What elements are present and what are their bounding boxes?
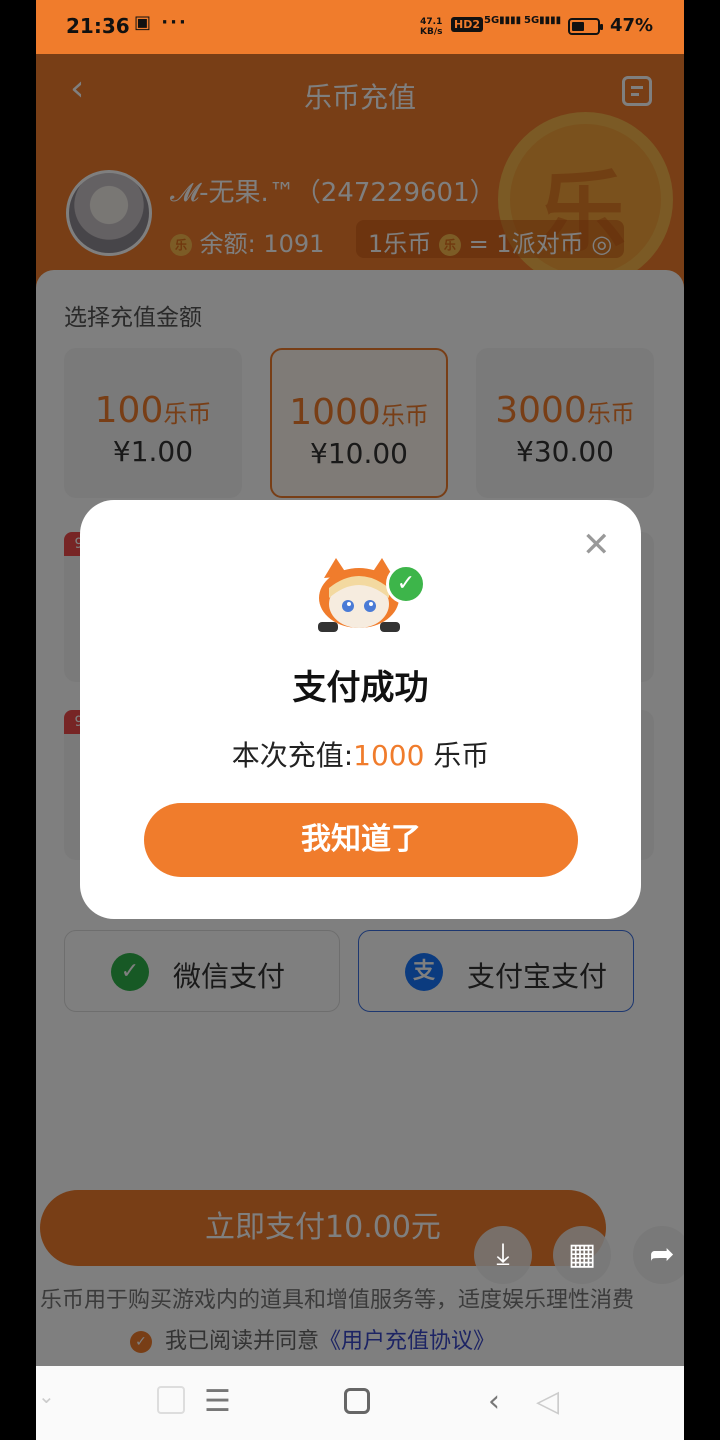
battery-percent: 47% [610,15,654,36]
recharge-amount: 1000 [353,739,425,772]
grid-icon[interactable]: ▦ [553,1226,611,1284]
signal-icon-2: 5G▮▮▮▮ [524,15,562,26]
system-nav-bar: ⌄ ☰ ‹ ◁ [36,1366,684,1440]
got-it-button[interactable]: 我知道了 [144,803,578,877]
battery-icon [568,18,603,35]
status-time: 21:36 [66,14,130,38]
chevron-down-icon[interactable]: ⌄ [38,1384,55,1408]
signal-icon-1: 5G▮▮▮▮ [484,15,522,26]
menu-icon[interactable]: ☰ [204,1384,231,1419]
success-check-icon: ✓ [386,564,426,604]
phone-screen: 21:36 ▣ ··· 47.1 KB/s HD2 5G▮▮▮▮ 5G▮▮▮▮ 4… [36,0,684,1440]
network-speed: 47.1 KB/s [420,17,443,37]
close-icon[interactable]: ✕ [582,528,611,562]
hd-voice-icon: HD2 [451,17,483,32]
notification-icons: ▣ ··· [134,12,188,33]
download-icon[interactable]: ⤓ [474,1226,532,1284]
home-icon[interactable] [344,1388,370,1414]
recharge-summary: 本次充值:1000 乐币 [231,739,490,772]
recent-apps-icon[interactable] [157,1386,185,1414]
back-triangle-icon[interactable]: ◁ [536,1384,559,1419]
status-bar: 21:36 ▣ ··· 47.1 KB/s HD2 5G▮▮▮▮ 5G▮▮▮▮ 4… [36,0,684,54]
dialog-title: 支付成功 [292,668,429,708]
share-icon[interactable]: ➦ [633,1226,684,1284]
back-icon[interactable]: ‹ [488,1384,500,1419]
payment-success-dialog: ✕ ✓ 支付成功 本次充值:1000 乐币 我知道了 [80,500,641,919]
